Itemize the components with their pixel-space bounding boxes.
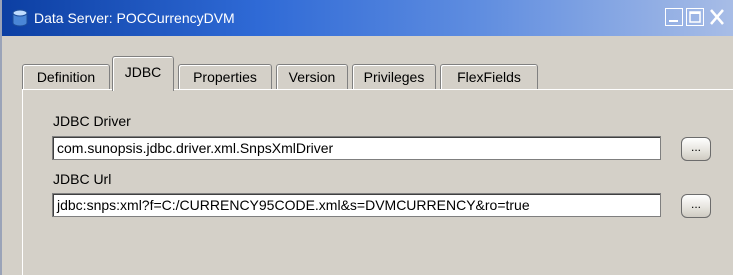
close-icon: [710, 9, 724, 25]
tab-definition[interactable]: Definition: [22, 64, 110, 90]
jdbc-driver-browse-button[interactable]: ...: [681, 137, 711, 161]
tab-jdbc[interactable]: JDBC: [112, 56, 174, 91]
jdbc-driver-label: JDBC Driver: [53, 113, 131, 129]
jdbc-driver-field[interactable]: com.sunopsis.jdbc.driver.xml.SnpsXmlDriv…: [52, 136, 661, 160]
close-button[interactable]: [707, 8, 733, 26]
jdbc-url-label: JDBC Url: [53, 171, 112, 187]
window-title: Data Server: POCCurrencyDVM: [34, 10, 235, 26]
tab-properties[interactable]: Properties: [178, 64, 272, 90]
jdbc-panel: JDBC Driver com.sunopsis.jdbc.driver.xml…: [22, 89, 733, 275]
maximize-icon: [689, 11, 701, 23]
maximize-button[interactable]: [686, 8, 704, 26]
data-server-window: Data Server: POCCurrencyDVM Definition J…: [0, 0, 733, 275]
database-icon: [12, 9, 28, 27]
minimize-icon: [669, 20, 678, 22]
jdbc-url-browse-button[interactable]: ...: [681, 194, 711, 218]
tab-flexfields[interactable]: FlexFields: [440, 64, 538, 90]
tab-privileges[interactable]: Privileges: [352, 64, 436, 90]
tab-version[interactable]: Version: [276, 64, 348, 90]
minimize-button[interactable]: [665, 8, 683, 26]
jdbc-url-field[interactable]: jdbc:snps:xml?f=C:/CURRENCY95CODE.xml&s=…: [52, 193, 661, 217]
title-bar[interactable]: Data Server: POCCurrencyDVM: [2, 0, 733, 36]
